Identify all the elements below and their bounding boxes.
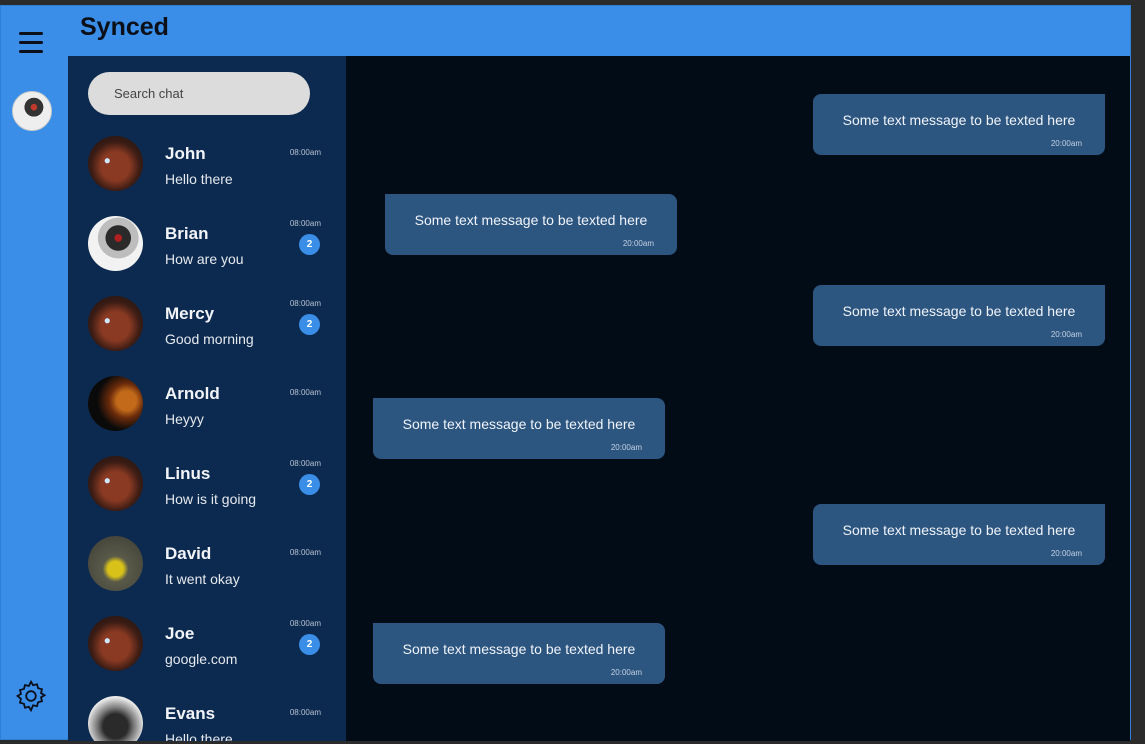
- message-text: Some text message to be texted here: [402, 416, 636, 432]
- message-time: 20:00am: [610, 443, 642, 452]
- message-time: 08:00am: [289, 459, 321, 468]
- chat-list: John Hello there 08:00am Brian How are y…: [68, 134, 346, 741]
- message-bubble-incoming[interactable]: Some text message to be texted here 20:0…: [373, 623, 665, 684]
- message-time: 08:00am: [289, 619, 321, 628]
- search-input[interactable]: [88, 72, 310, 115]
- contact-name: Brian: [165, 224, 209, 243]
- avatar: [88, 536, 143, 591]
- message-bubble-outgoing[interactable]: Some text message to be texted here 20:0…: [813, 285, 1105, 346]
- message-bubble-incoming[interactable]: Some text message to be texted here 20:0…: [373, 398, 665, 459]
- conversation-pane: Some text message to be texted here 20:0…: [346, 56, 1130, 741]
- message-preview: Hello there: [165, 731, 233, 741]
- unread-badge: 2: [299, 634, 320, 655]
- message-preview: Heyyy: [165, 411, 204, 427]
- app-window: Synced John Hello there 08:00am Brian: [0, 5, 1131, 741]
- gear-icon[interactable]: [13, 678, 49, 714]
- contact-name: Linus: [165, 464, 211, 483]
- message-text: Some text message to be texted here: [842, 303, 1076, 319]
- avatar: [88, 136, 143, 191]
- unread-badge: 2: [299, 234, 320, 255]
- message-preview: Good morning: [165, 331, 254, 347]
- avatar: [88, 216, 143, 271]
- chat-list-item[interactable]: Linus How is it going 08:00am 2: [68, 454, 346, 534]
- message-text: Some text message to be texted here: [842, 112, 1076, 128]
- chat-list-item[interactable]: David It went okay 08:00am: [68, 534, 346, 614]
- message-time: 08:00am: [289, 219, 321, 228]
- unread-badge: 2: [299, 314, 320, 335]
- message-text: Some text message to be texted here: [842, 522, 1076, 538]
- chat-list-item[interactable]: Joe google.com 08:00am 2: [68, 614, 346, 694]
- message-time: 08:00am: [289, 548, 321, 557]
- left-rail: [1, 6, 68, 739]
- chat-list-item[interactable]: Evans Hello there 08:00am: [68, 694, 346, 741]
- contact-name: John: [165, 144, 206, 163]
- avatar: [88, 296, 143, 351]
- contact-name: Mercy: [165, 304, 215, 323]
- message-bubble-outgoing[interactable]: Some text message to be texted here 20:0…: [813, 504, 1105, 565]
- message-time: 08:00am: [289, 148, 321, 157]
- message-bubble-incoming[interactable]: Some text message to be texted here 20:0…: [385, 194, 677, 255]
- message-preview: How is it going: [165, 491, 257, 507]
- message-text: Some text message to be texted here: [402, 641, 636, 657]
- hamburger-menu-icon[interactable]: [19, 32, 43, 54]
- contact-name: Evans: [165, 704, 216, 723]
- avatar: [88, 696, 143, 741]
- avatar: [88, 616, 143, 671]
- message-bubble-outgoing[interactable]: Some text message to be texted here 20:0…: [813, 94, 1105, 155]
- chat-list-item[interactable]: Arnold Heyyy 08:00am: [68, 374, 346, 454]
- message-preview: google.com: [165, 651, 238, 667]
- contact-name: Arnold: [165, 384, 220, 403]
- message-time: 08:00am: [289, 299, 321, 308]
- message-time: 08:00am: [289, 388, 321, 397]
- message-text: Some text message to be texted here: [414, 212, 648, 228]
- message-time: 20:00am: [1050, 549, 1082, 558]
- avatar: [88, 376, 143, 431]
- contact-name: David: [165, 544, 212, 563]
- chat-list-item[interactable]: John Hello there 08:00am: [68, 134, 346, 214]
- avatar: [88, 456, 143, 511]
- unread-badge: 2: [299, 474, 320, 495]
- app-title: Synced: [80, 13, 169, 41]
- message-time: 20:00am: [1050, 330, 1082, 339]
- message-preview: It went okay: [165, 571, 240, 587]
- chat-sidebar: John Hello there 08:00am Brian How are y…: [68, 56, 346, 741]
- chat-list-item[interactable]: Mercy Good morning 08:00am 2: [68, 294, 346, 374]
- message-time: 20:00am: [610, 668, 642, 677]
- contact-name: Joe: [165, 624, 195, 643]
- message-time: 08:00am: [289, 708, 321, 717]
- user-avatar[interactable]: [12, 91, 52, 131]
- message-preview: Hello there: [165, 171, 233, 187]
- message-time: 20:00am: [1050, 139, 1082, 148]
- message-preview: How are you: [165, 251, 244, 267]
- chat-list-item[interactable]: Brian How are you 08:00am 2: [68, 214, 346, 294]
- message-time: 20:00am: [622, 239, 654, 248]
